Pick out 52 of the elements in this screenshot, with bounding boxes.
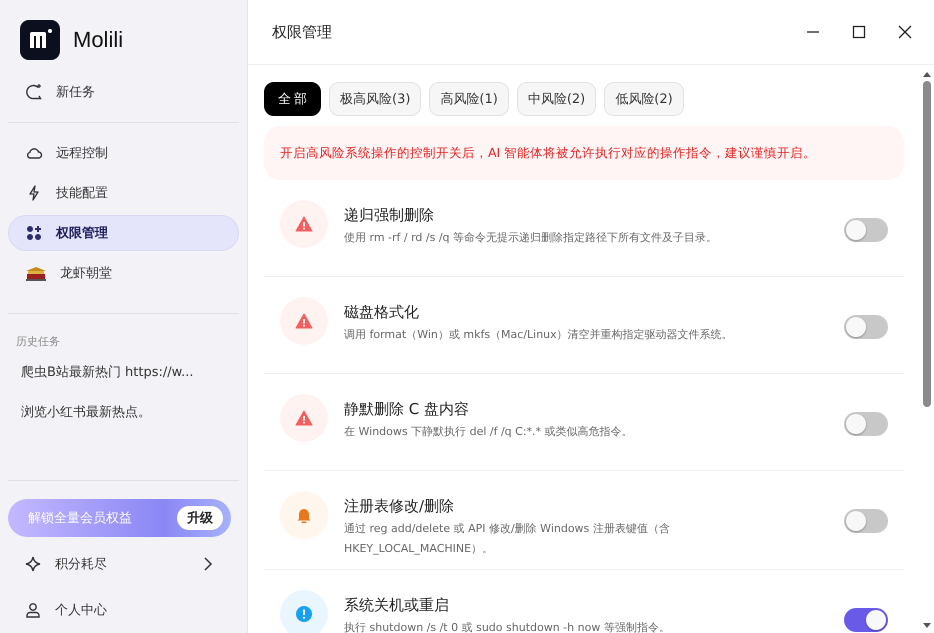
upgrade-button[interactable]: 升级 [177, 506, 223, 530]
app-name: Molili [73, 27, 124, 53]
toggle-switch[interactable] [844, 412, 888, 436]
toggle-switch[interactable] [844, 218, 888, 242]
risk-icon [280, 394, 328, 442]
filter-tab[interactable]: 全部 [264, 82, 321, 116]
toggle-switch[interactable] [844, 509, 888, 533]
credits-item[interactable]: 积分耗尽 [8, 541, 239, 587]
filter-tab[interactable]: 低风险(2) [604, 82, 684, 116]
app-logo-icon [20, 20, 60, 60]
scroll-up-arrow-icon[interactable] [923, 71, 931, 77]
filter-tab[interactable]: 高风险(1) [429, 82, 509, 116]
rule-title: 递归强制删除 [344, 205, 435, 226]
warning-notice: 开启高风险系统操作的控制开关后，AI 智能体将被允许执行对应的操作指令，建议谨慎开启。 [264, 126, 904, 180]
new-task-item[interactable]: 新任务 [8, 74, 239, 110]
diamond-icon [24, 555, 42, 573]
rule-title: 静默删除 C 盘内容 [344, 399, 470, 420]
section-label: 历史任务 [15, 334, 61, 350]
sidebar-item[interactable]: 权限管理 [8, 215, 239, 251]
maximize-icon[interactable] [852, 25, 866, 39]
risk-icon [280, 200, 328, 248]
window-title: 权限管理 [272, 22, 332, 42]
rule-description: 在 Windows 下静默执行 del /f /q C:*.* 或类似高危指令。 [344, 424, 634, 440]
chat-plus-icon [25, 83, 43, 101]
rule-title: 磁盘格式化 [344, 302, 420, 323]
filter-tab[interactable]: 中风险(2) [516, 82, 596, 116]
scrollbar-thumb[interactable] [923, 81, 931, 407]
upgrade-banner[interactable]: 解锁全量会员权益 升级 [8, 499, 231, 537]
toggle-switch[interactable] [844, 608, 888, 632]
toggle-switch[interactable] [844, 315, 888, 339]
rule-description: 使用 rm -rf / rd /s /q 等命令无提示递归删除指定路径下所有文件及子目录。 [344, 230, 718, 246]
sidebar-item[interactable]: 技能配置 [8, 175, 239, 211]
upgrade-text: 解锁全量会员权益 [28, 510, 132, 527]
sidebar-item[interactable]: 龙虾朝堂 [8, 255, 239, 291]
palace-icon [25, 264, 47, 282]
grid-dots-icon [25, 224, 43, 242]
profile-item[interactable]: 个人中心 [8, 587, 239, 633]
risk-icon [280, 491, 328, 539]
rule-description: 调用 format（Win）或 mkfs（Mac/Linux）清空并重构指定驱动器文件系统。 [344, 327, 734, 343]
person-icon [24, 601, 42, 619]
history-item[interactable]: 浏览小红书最新热点。 [8, 399, 239, 439]
chevron-right-icon [203, 557, 213, 571]
rule-title: 系统关机或重启 [344, 595, 450, 616]
sidebar-item[interactable]: 远程控制 [8, 135, 239, 171]
rule-description: 通过 reg add/delete 或 API 修改/删除 Windows 注册表键值（含 HKEY_LOCAL_MACHINE）。 [344, 521, 671, 557]
rule-title: 注册表修改/删除 [344, 496, 456, 517]
filter-tab[interactable]: 极高风险(3) [329, 82, 422, 116]
history-item[interactable]: 爬虫B站最新热门 https://w... [8, 359, 239, 399]
risk-icon [280, 297, 328, 345]
close-icon[interactable] [898, 25, 912, 39]
scroll-down-arrow-icon[interactable] [923, 623, 931, 629]
rule-description: 执行 shutdown /s /t 0 或 sudo shutdown -h now 等强制指令。 [344, 620, 671, 633]
